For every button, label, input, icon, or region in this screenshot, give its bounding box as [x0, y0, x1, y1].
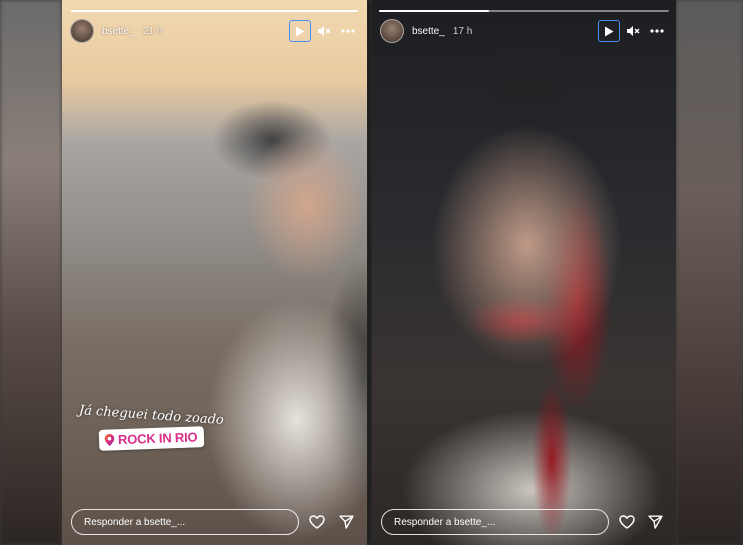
more-horizontal-icon	[650, 29, 664, 33]
story-header: bsette_ 17 h	[380, 19, 668, 43]
story-timestamp: 21 h	[142, 25, 163, 37]
muted-speaker-icon	[627, 26, 640, 36]
mute-button[interactable]	[313, 20, 335, 42]
story-card[interactable]: bsette_ 21 h Já cheguei todo zoado ROCK …	[62, 0, 367, 545]
story-card[interactable]: bsette_ 17 h Responder a bsette_...	[372, 0, 676, 545]
share-button[interactable]	[644, 510, 667, 534]
reply-bar: Responder a bsette_...	[71, 508, 358, 536]
heart-icon	[618, 515, 635, 529]
username[interactable]: bsette_	[412, 26, 445, 37]
story-photo	[372, 0, 676, 545]
avatar[interactable]	[70, 19, 94, 43]
play-button[interactable]	[598, 20, 620, 42]
story-progress-bar	[379, 10, 669, 12]
reply-input[interactable]: Responder a bsette_...	[381, 509, 609, 535]
play-icon	[296, 26, 305, 36]
muted-speaker-icon	[318, 26, 331, 36]
location-sticker[interactable]: ROCK IN RIO	[98, 426, 205, 451]
username[interactable]: bsette_	[102, 26, 135, 37]
like-button[interactable]	[615, 510, 638, 534]
like-button[interactable]	[305, 510, 329, 534]
more-options-button[interactable]	[337, 20, 359, 42]
background-blur-right	[676, 0, 743, 545]
avatar[interactable]	[380, 19, 404, 43]
story-progress-fill	[71, 10, 358, 12]
play-button[interactable]	[289, 20, 311, 42]
location-sticker-label: ROCK IN RIO	[117, 429, 198, 448]
send-icon	[648, 515, 663, 529]
more-options-button[interactable]	[646, 20, 668, 42]
story-header: bsette_ 21 h	[70, 19, 359, 43]
play-icon	[605, 26, 614, 36]
share-button[interactable]	[335, 510, 359, 534]
heart-icon	[309, 515, 325, 529]
more-horizontal-icon	[341, 29, 355, 33]
story-progress-fill	[379, 10, 490, 12]
mute-button[interactable]	[622, 20, 644, 42]
story-photo	[62, 0, 367, 545]
background-blur-left	[0, 0, 62, 545]
send-icon	[339, 515, 354, 529]
story-progress-bar	[71, 10, 358, 12]
location-pin-icon	[104, 433, 115, 446]
story-timestamp: 17 h	[452, 25, 473, 37]
reply-bar: Responder a bsette_...	[381, 508, 667, 536]
reply-input[interactable]: Responder a bsette_...	[71, 509, 299, 535]
